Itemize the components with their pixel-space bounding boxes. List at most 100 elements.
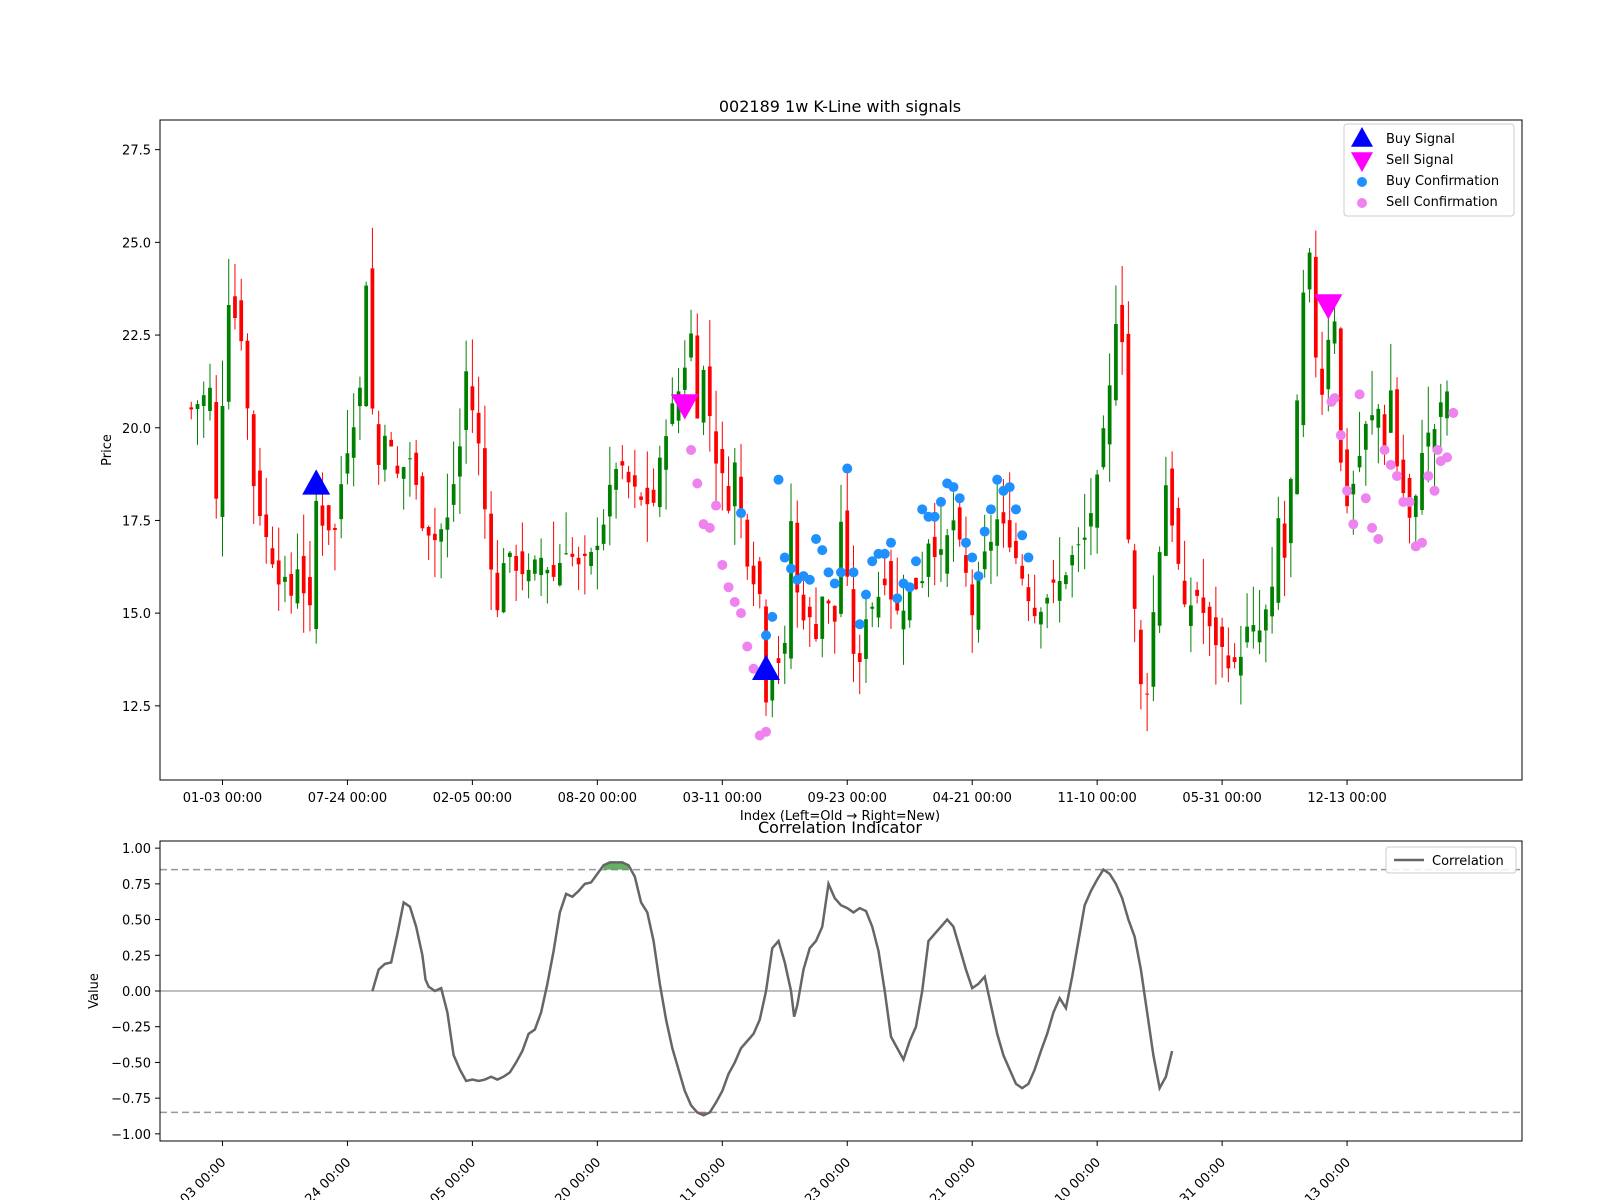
buy-confirmation-point	[736, 508, 747, 519]
kline-x-tick-label: 09-23 00:00	[808, 791, 887, 806]
candle-body	[1201, 597, 1206, 613]
candle-body	[339, 484, 344, 520]
candle-body	[901, 610, 906, 630]
candle-body	[745, 519, 750, 567]
candle-body	[1351, 483, 1356, 495]
buy-confirmation-point	[910, 556, 921, 567]
candle-body	[1232, 657, 1237, 663]
candle-body	[420, 476, 425, 529]
candle-body	[383, 435, 387, 470]
candle-body	[233, 296, 237, 319]
candle-body	[657, 457, 662, 508]
candle-body	[1076, 544, 1081, 546]
candle-body	[1176, 507, 1181, 564]
buy-confirmation-point	[842, 463, 853, 474]
candle-body	[532, 559, 537, 574]
candle-body	[864, 619, 868, 659]
chart-figure: 002189 1w K-Line with signals 12.5 15.0 17…	[0, 0, 1600, 1200]
kline-x-tick-label: 11-10 00:00	[1057, 791, 1136, 806]
buy-confirmation-point	[929, 511, 940, 522]
candle-body	[695, 335, 700, 419]
candle-body	[220, 405, 225, 517]
candle-body	[389, 439, 394, 447]
candle-body	[251, 414, 256, 487]
candle-body	[1145, 693, 1150, 695]
candle-body	[520, 551, 525, 575]
candle-body	[851, 589, 856, 654]
candle-body	[1376, 408, 1381, 428]
sell-confirmation-point	[761, 726, 772, 737]
sell-confirmation-point	[729, 597, 740, 608]
buy-confirmation-point	[786, 563, 797, 574]
buy-confirmation-point	[973, 571, 984, 582]
sell-confirmation-point	[1373, 533, 1384, 544]
candle-body	[989, 541, 993, 551]
candle-body	[1245, 626, 1249, 643]
buy-confirmation-point	[761, 630, 772, 641]
candle-body	[426, 526, 431, 536]
candle-body	[320, 505, 325, 526]
kline-legend-label: Buy Confirmation	[1386, 174, 1499, 189]
candle-body	[870, 606, 875, 609]
candle-body	[408, 458, 412, 460]
candle-body	[1101, 428, 1106, 468]
candle-body	[539, 557, 543, 576]
candle-body	[751, 565, 756, 585]
candle-body	[1007, 520, 1012, 548]
candle-body	[632, 475, 637, 487]
candle-body	[1295, 400, 1299, 495]
candle-body	[201, 395, 206, 407]
candle-body	[370, 268, 375, 409]
candle-body	[295, 569, 300, 604]
candle-body	[301, 556, 306, 594]
correlation-legend-label: Correlation	[1432, 854, 1504, 869]
candle-body	[1107, 385, 1112, 445]
buy-confirmation-point	[879, 548, 890, 559]
kline-x-tick-label: 02-05 00:00	[433, 791, 512, 806]
candle-body	[1338, 328, 1343, 463]
sell-confirmation-point	[1360, 493, 1371, 504]
candle-body	[1332, 321, 1337, 344]
candle-body	[308, 577, 312, 606]
candle-body	[957, 507, 962, 540]
sell-confirmation-point	[686, 445, 697, 455]
candle-body	[433, 533, 437, 541]
sell-confirmation-point	[1335, 430, 1346, 441]
buy-confirmation-point	[779, 552, 790, 563]
kline-y-tick-label: 17.5	[122, 514, 151, 529]
candle-body	[970, 584, 975, 616]
candle-body	[1420, 453, 1424, 510]
candle-body	[439, 529, 444, 542]
candle-body	[939, 549, 943, 555]
buy-confirmation-point	[860, 589, 871, 600]
candle-body	[1051, 579, 1056, 583]
candle-body	[1164, 485, 1168, 556]
candle-body	[1438, 402, 1443, 417]
candle-body	[576, 557, 581, 565]
candle-body	[289, 574, 294, 596]
correlation-y-tick-label: 0.50	[122, 914, 151, 929]
candle-body	[1082, 537, 1087, 540]
correlation-y-tick-label: −0.75	[111, 1092, 151, 1107]
candle-body	[214, 402, 219, 499]
candle-body	[670, 403, 675, 424]
buy-confirmation-point	[1004, 482, 1015, 493]
candle-body	[1070, 554, 1075, 566]
correlation-y-tick-label: −0.25	[111, 1021, 151, 1036]
candle-body	[333, 527, 337, 530]
correlation-title: Correlation Indicator	[758, 818, 922, 837]
candle-body	[639, 496, 643, 500]
candle-body	[483, 448, 487, 510]
buy-confirmation-point	[848, 567, 859, 578]
candle-body	[1301, 292, 1306, 426]
candle-body	[707, 366, 712, 417]
sell-confirmation-point	[711, 500, 722, 511]
buy-confirmation-point	[885, 537, 896, 548]
candle-body	[1213, 617, 1218, 646]
buy-confirmation-point	[935, 496, 946, 507]
candle-body	[1251, 625, 1256, 632]
candle-body	[739, 476, 743, 510]
candle-body	[614, 468, 618, 490]
buy-confirmation-point	[904, 582, 915, 593]
candle-body	[351, 427, 356, 458]
